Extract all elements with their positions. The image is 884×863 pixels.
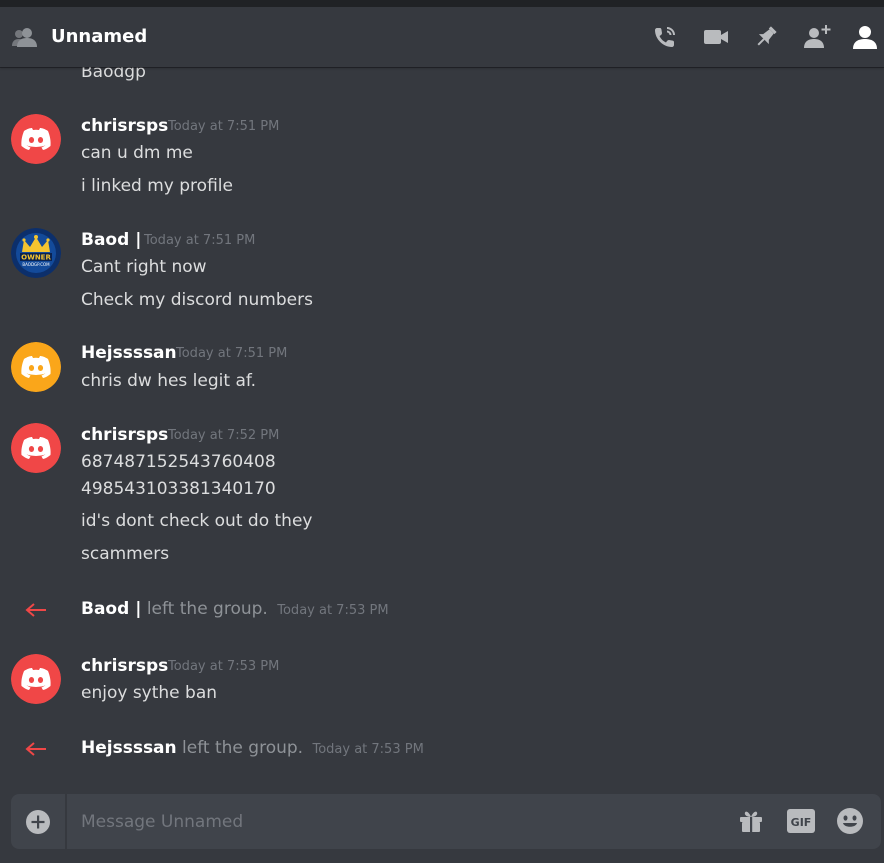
message-line: scammers — [81, 544, 170, 564]
discord-logo-icon — [11, 114, 61, 164]
system-message-user[interactable]: Hejssssan — [81, 738, 177, 758]
message-line: chris dw hes legit af. — [81, 371, 257, 391]
system-message-user[interactable]: Baod | — [81, 599, 141, 619]
message-line: Check my discord numbers — [81, 290, 313, 310]
discord-logo-icon — [11, 654, 61, 704]
message-composer: GIF — [11, 794, 881, 849]
message-line: 498543103381340170 — [81, 479, 276, 499]
avatar[interactable] — [11, 423, 61, 473]
message-timestamp: Today at 7:51 PM — [176, 346, 288, 361]
avatar-text: OWNER — [21, 254, 51, 262]
message-line: enjoy sythe ban — [81, 683, 218, 703]
gif-label: GIF — [791, 816, 812, 829]
message-author[interactable]: chrisrsps — [81, 424, 168, 446]
avatar-subtext: BAODGP.COM — [22, 262, 50, 267]
gift-icon[interactable] — [737, 807, 765, 835]
avatar[interactable] — [11, 114, 61, 164]
system-message-action: left the group. — [182, 738, 304, 758]
gif-icon[interactable]: GIF — [786, 807, 816, 835]
message-timestamp: Today at 7:51 PM — [144, 233, 256, 248]
left-arrow-icon — [24, 739, 48, 759]
composer-divider — [65, 794, 67, 849]
left-arrow-icon — [24, 600, 48, 620]
message-input[interactable] — [79, 806, 723, 838]
message-author[interactable]: chrisrsps — [81, 655, 168, 677]
message-timestamp: Today at 7:52 PM — [168, 428, 280, 443]
message-author[interactable]: Baod | — [81, 229, 141, 251]
system-message: Hejssssan left the group. Today at 7:53 … — [81, 737, 424, 761]
channel-title: Unnamed — [51, 26, 148, 47]
add-attachment-icon[interactable] — [25, 809, 51, 835]
avatar[interactable] — [11, 342, 61, 392]
system-message-timestamp: Today at 7:53 PM — [277, 603, 389, 618]
window-top-strip — [0, 0, 884, 7]
message-line: id's dont check out do they — [81, 511, 313, 531]
discord-logo-icon — [11, 423, 61, 473]
system-message-timestamp: Today at 7:53 PM — [312, 742, 424, 757]
message-line: i linked my profile — [81, 176, 233, 196]
message-author[interactable]: chrisrsps — [81, 115, 168, 137]
video-call-icon[interactable] — [702, 23, 730, 51]
pin-icon[interactable] — [752, 23, 780, 51]
message-timestamp: Today at 7:53 PM — [168, 659, 280, 674]
message-list[interactable]: Baodgp chrisrsps Today at 7:51 PM can u … — [0, 67, 884, 787]
member-list-icon[interactable] — [851, 23, 879, 51]
discord-logo-icon — [11, 342, 61, 392]
system-message: Baod | left the group. Today at 7:53 PM — [81, 598, 389, 622]
message-author[interactable]: Hejssssan — [81, 342, 177, 364]
message-line: Cant right now — [81, 257, 207, 277]
add-friend-icon[interactable] — [803, 23, 831, 51]
group-icon — [12, 25, 38, 49]
emoji-icon[interactable] — [836, 807, 864, 835]
avatar[interactable] — [11, 654, 61, 704]
message-line: 687487152543760408 — [81, 452, 276, 472]
avatar[interactable]: OWNER BAODGP.COM — [11, 228, 61, 278]
channel-header: Unnamed — [0, 7, 884, 67]
owner-crown-avatar-icon: OWNER BAODGP.COM — [11, 228, 61, 278]
system-message-action: left the group. — [146, 599, 268, 619]
message-line: can u dm me — [81, 143, 193, 163]
message-line: Baodgp — [81, 67, 146, 82]
message-timestamp: Today at 7:51 PM — [168, 119, 280, 134]
voice-call-icon[interactable] — [651, 23, 679, 51]
